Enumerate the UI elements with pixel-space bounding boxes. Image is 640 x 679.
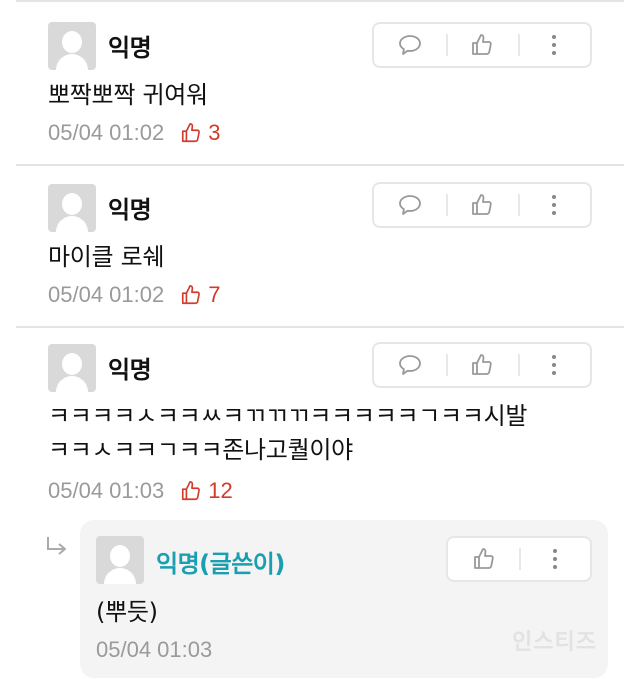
thumbs-up-icon [473,548,494,569]
avatar [48,22,96,70]
like-button[interactable] [448,538,519,580]
comment-meta: 05/04 01:03 12 [48,478,233,504]
like-count-value: 7 [208,282,221,307]
reply-actions [446,536,592,582]
like-count-value: 3 [208,120,221,145]
comment-time: 05/04 01:02 [48,120,165,145]
more-button[interactable] [518,24,590,66]
vertical-dots-icon [552,355,556,375]
like-count: 12 [180,478,233,504]
like-count: 3 [180,120,220,146]
comment-text-line: ㅋㅋㅅㅋㅋㄱㅋㅋ존나고퀄이야 [48,436,353,464]
comment-text: 마이클 로쉐 [48,243,165,271]
avatar [96,536,144,584]
comment-item: 익명 마이클 로쉐 05/04 01:02 7 [0,164,640,326]
vertical-dots-icon [552,195,556,215]
comment-item: 익명 뽀짝뽀짝 귀여워 05/04 01:02 3 [0,0,640,164]
comment-author: 익명 [108,196,152,224]
comment-author: 익명 [108,34,152,62]
comment-actions [372,182,592,228]
reply-arrow-icon [47,537,66,555]
like-button[interactable] [446,344,518,386]
comment-time: 05/04 01:02 [48,282,165,307]
thumbs-up-icon [182,285,201,305]
reply-button[interactable] [374,184,446,226]
comment-actions [372,342,592,388]
comment-time: 05/04 01:03 [48,478,165,503]
thumbs-up-icon [472,194,492,215]
comment-text: 뽀짝뽀짝 귀여워 [48,81,208,109]
comment-meta: 05/04 01:02 7 [48,282,220,308]
reply-button[interactable] [374,24,446,66]
more-button[interactable] [519,538,590,580]
watermark: 인스티즈 [512,630,597,655]
like-count-value: 12 [208,478,233,503]
more-button[interactable] [518,344,590,386]
avatar [48,344,96,392]
thumbs-up-icon [472,34,492,55]
avatar [48,184,96,232]
comment-item: 익명 ㅋㅋㅋㅋㅅㅋㅋㅆㅋㄲㄲㄲㅋㅋㅋㅋㅋㄱㅋㅋ시발 ㅋㅋㅅㅋㅋㄱㅋㅋ존나고퀄이야… [0,326,640,516]
speech-bubble-icon [399,35,421,55]
comment-author: 익명 [108,356,152,384]
thumbs-up-icon [182,123,201,143]
thumbs-up-icon [182,481,201,501]
comment-actions [372,22,592,68]
reply-text: (뿌듯) [96,598,158,626]
reply-button[interactable] [374,344,446,386]
speech-bubble-icon [399,195,421,215]
reply-author: 익명(글쓴이) [156,550,285,578]
like-count: 7 [180,282,220,308]
vertical-dots-icon [552,35,556,55]
more-button[interactable] [518,184,590,226]
like-button[interactable] [446,184,518,226]
comment-meta: 05/04 01:02 3 [48,120,220,146]
like-button[interactable] [446,24,518,66]
reply-time: 05/04 01:03 [96,637,213,662]
speech-bubble-icon [399,355,421,375]
thumbs-up-icon [472,354,492,375]
vertical-dots-icon [552,549,557,569]
